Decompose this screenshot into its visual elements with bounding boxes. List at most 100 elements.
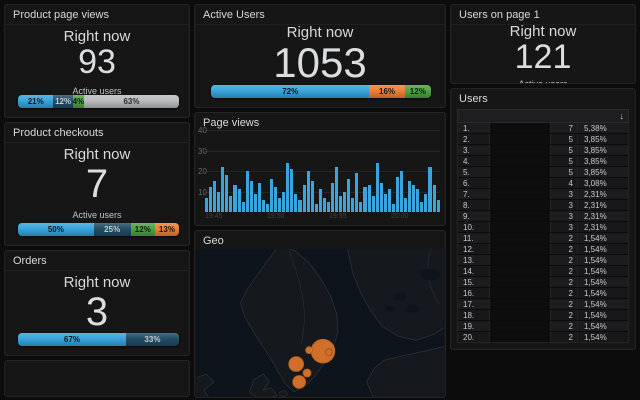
panel-title[interactable]: Product checkouts (5, 123, 189, 143)
table-row: 5.53,85% (458, 167, 628, 178)
pageviews-bar (437, 200, 440, 212)
row-percent: 1,54% (577, 233, 628, 243)
pageviews-bar (355, 173, 358, 212)
row-percent: 1,54% (577, 277, 628, 287)
row-label-redacted (489, 145, 551, 155)
x-axis-tick: 20:00 (391, 213, 409, 220)
pageviews-bar (311, 181, 314, 212)
row-label-redacted (489, 244, 551, 254)
row-percent: 3,08% (577, 178, 628, 188)
row-label-redacted (489, 222, 551, 232)
panel-product-checkouts: Product checkouts Right now 7 Active use… (4, 122, 190, 246)
row-count: 4 (551, 178, 577, 188)
pageviews-bar (229, 196, 232, 212)
pageviews-bar (404, 198, 407, 212)
pageviews-bar (213, 181, 216, 212)
pageviews-bar (433, 185, 436, 212)
table-row: 18.21,54% (458, 310, 628, 321)
bar-segment: 50% (18, 223, 94, 236)
panel-title[interactable]: Users (451, 89, 635, 108)
table-row: 3.53,85% (458, 145, 628, 156)
panel-orders: Orders Right now 3 Active users 67%33% (4, 250, 190, 356)
pageviews-bar (282, 192, 285, 213)
panel-title[interactable]: Geo (195, 231, 445, 250)
x-axis-tick: 19:55 (329, 213, 347, 220)
row-count: 3 (551, 211, 577, 221)
stat-sublabel: Active users (518, 79, 567, 84)
pageviews-bar (396, 177, 399, 212)
row-index: 2. (458, 134, 489, 144)
stat-value: 1053 (273, 41, 366, 85)
table-row: 13.21,54% (458, 255, 628, 266)
row-count: 7 (551, 123, 577, 133)
panel-active-users: Active Users Right now 1053 Active users… (194, 4, 446, 108)
page-views-chart[interactable]: 40302010 19:4519:5019:5520:00 (205, 130, 440, 212)
bar-segment: 25% (94, 223, 131, 236)
row-count: 2 (551, 299, 577, 309)
table-header[interactable]: ↓ (457, 109, 629, 123)
row-percent: 1,54% (577, 321, 628, 331)
bar-segment: 63% (84, 95, 179, 108)
row-index: 8. (458, 200, 489, 210)
row-label-redacted (489, 123, 551, 133)
row-percent: 1,54% (577, 332, 628, 342)
row-percent: 3,85% (577, 156, 628, 166)
panel-title[interactable]: Active Users (195, 5, 445, 25)
bar-segment: 12% (131, 223, 155, 236)
row-percent: 1,54% (577, 299, 628, 309)
pageviews-bar (258, 183, 261, 212)
row-percent: 1,54% (577, 255, 628, 265)
pageviews-bar (327, 202, 330, 212)
row-count: 2 (551, 266, 577, 276)
row-count: 2 (551, 255, 577, 265)
bar-segment: 4% (73, 95, 84, 108)
stat-value: 3 (86, 291, 108, 333)
panel-product-page-views: Product page views Right now 93 Active u… (4, 4, 190, 118)
table-row: 14. 21,54% (458, 266, 628, 277)
row-label-redacted (489, 321, 551, 331)
panel-title[interactable]: Orders (5, 251, 189, 271)
row-label-redacted (489, 189, 551, 199)
bar-segment: 72% (211, 85, 369, 98)
singlestat: Right now 121 Active users (451, 23, 635, 83)
geo-marker (311, 339, 335, 363)
pageviews-bar (242, 202, 245, 212)
table-row: 17.21,54% (458, 299, 628, 310)
row-percent: 3,85% (577, 145, 628, 155)
pageviews-bar (225, 175, 228, 212)
row-index: 14. (458, 266, 489, 276)
panel-title[interactable]: Users on page 1 (451, 5, 635, 25)
map-white-sea (420, 269, 440, 281)
pageviews-bar (331, 183, 334, 212)
pageviews-bar (400, 171, 403, 212)
row-label-redacted (489, 310, 551, 320)
row-percent: 1,54% (577, 310, 628, 320)
panel-users-table: Users ↓ 1.75,38%2.53,85%3.53,85%4.53,85%… (450, 88, 636, 350)
sort-descending-icon[interactable]: ↓ (620, 112, 625, 121)
table-row: 15.21,54% (458, 277, 628, 288)
pageviews-bar (307, 171, 310, 212)
row-index: 7. (458, 189, 489, 199)
geo-marker (303, 369, 311, 377)
pageviews-bar (217, 192, 220, 213)
panel-page-views: Page views 40302010 19:4519:5019:5520:00 (194, 112, 446, 226)
row-count: 2 (551, 233, 577, 243)
row-percent: 2,31% (577, 189, 628, 199)
pageviews-bar (412, 185, 415, 212)
geo-map[interactable] (196, 249, 444, 397)
chart-bars (205, 130, 440, 212)
pageviews-bar (347, 179, 350, 212)
row-percent: 1,54% (577, 266, 628, 276)
table-body: 1.75,38%2.53,85%3.53,85%4.53,85%5.53,85%… (457, 123, 629, 343)
row-label-redacted (489, 134, 551, 144)
pageviews-bar (388, 189, 391, 212)
pageviews-bar (343, 192, 346, 213)
row-percent: 5,38% (577, 123, 628, 133)
geo-marker (306, 347, 313, 354)
pageviews-bar (315, 204, 318, 212)
panel-title[interactable]: Product page views (5, 5, 189, 25)
table-row: 12.21,54% (458, 244, 628, 255)
pageviews-bar (408, 181, 411, 212)
row-index: 1. (458, 123, 489, 133)
pageviews-bar (380, 183, 383, 212)
